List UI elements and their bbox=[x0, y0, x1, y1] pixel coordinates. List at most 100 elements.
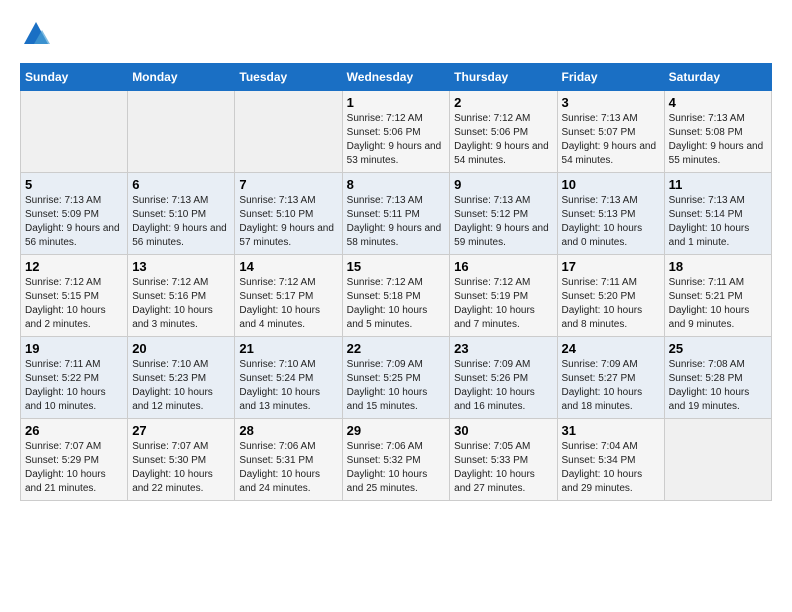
day-number: 19 bbox=[25, 341, 123, 356]
day-number: 1 bbox=[347, 95, 446, 110]
day-info: Sunrise: 7:13 AM Sunset: 5:11 PM Dayligh… bbox=[347, 194, 446, 250]
week-row-4: 19 Sunrise: 7:11 AM Sunset: 5:22 PM Dayli… bbox=[21, 337, 772, 419]
day-info: Sunrise: 7:08 AM Sunset: 5:28 PM Dayligh… bbox=[669, 358, 767, 414]
day-number: 25 bbox=[669, 341, 767, 356]
day-info: Sunrise: 7:13 AM Sunset: 5:12 PM Dayligh… bbox=[454, 194, 552, 250]
day-cell: 11 Sunrise: 7:13 AM Sunset: 5:14 PM Dayli… bbox=[664, 173, 771, 255]
day-info: Sunrise: 7:13 AM Sunset: 5:10 PM Dayligh… bbox=[132, 194, 230, 250]
day-info: Sunrise: 7:13 AM Sunset: 5:08 PM Dayligh… bbox=[669, 112, 767, 168]
day-number: 12 bbox=[25, 259, 123, 274]
day-cell: 4 Sunrise: 7:13 AM Sunset: 5:08 PM Daylig… bbox=[664, 91, 771, 173]
day-info: Sunrise: 7:11 AM Sunset: 5:20 PM Dayligh… bbox=[562, 276, 660, 332]
day-cell: 13Sunrise: 7:12 AM Sunset: 5:16 PM Dayli… bbox=[128, 255, 235, 337]
day-cell: 2 Sunrise: 7:12 AM Sunset: 5:06 PM Daylig… bbox=[450, 91, 557, 173]
day-cell: 16 Sunrise: 7:12 AM Sunset: 5:19 PM Dayli… bbox=[450, 255, 557, 337]
day-cell: 3 Sunrise: 7:13 AM Sunset: 5:07 PM Daylig… bbox=[557, 91, 664, 173]
day-info: Sunrise: 7:13 AM Sunset: 5:10 PM Dayligh… bbox=[239, 194, 337, 250]
week-row-5: 26Sunrise: 7:07 AM Sunset: 5:29 PM Dayli… bbox=[21, 419, 772, 501]
logo-text bbox=[20, 20, 50, 53]
day-cell: 5 Sunrise: 7:13 AM Sunset: 5:09 PM Daylig… bbox=[21, 173, 128, 255]
day-header-saturday: Saturday bbox=[664, 64, 771, 91]
day-info: Sunrise: 7:05 AM Sunset: 5:33 PM Dayligh… bbox=[454, 440, 552, 496]
day-number: 28 bbox=[239, 423, 337, 438]
week-row-3: 12 Sunrise: 7:12 AM Sunset: 5:15 PM Dayli… bbox=[21, 255, 772, 337]
day-number: 4 bbox=[669, 95, 767, 110]
day-number: 15 bbox=[347, 259, 446, 274]
day-cell: 31 Sunrise: 7:04 AM Sunset: 5:34 PM Dayli… bbox=[557, 419, 664, 501]
day-number: 5 bbox=[25, 177, 123, 192]
week-row-1: 1 Sunrise: 7:12 AM Sunset: 5:06 PM Daylig… bbox=[21, 91, 772, 173]
day-cell: 14 Sunrise: 7:12 AM Sunset: 5:17 PM Dayli… bbox=[235, 255, 342, 337]
day-cell bbox=[235, 91, 342, 173]
day-number: 29 bbox=[347, 423, 446, 438]
day-info: Sunrise: 7:10 AM Sunset: 5:23 PM Dayligh… bbox=[132, 358, 230, 414]
day-cell: 1 Sunrise: 7:12 AM Sunset: 5:06 PM Daylig… bbox=[342, 91, 450, 173]
day-number: 30 bbox=[454, 423, 552, 438]
day-info: Sunrise: 7:06 AM Sunset: 5:32 PM Dayligh… bbox=[347, 440, 446, 496]
logo-icon bbox=[22, 20, 50, 48]
header-row: SundayMondayTuesdayWednesdayThursdayFrid… bbox=[21, 64, 772, 91]
day-number: 11 bbox=[669, 177, 767, 192]
day-info: Sunrise: 7:10 AM Sunset: 5:24 PM Dayligh… bbox=[239, 358, 337, 414]
day-cell: 18Sunrise: 7:11 AM Sunset: 5:21 PM Dayli… bbox=[664, 255, 771, 337]
day-cell: 19 Sunrise: 7:11 AM Sunset: 5:22 PM Dayli… bbox=[21, 337, 128, 419]
day-number: 21 bbox=[239, 341, 337, 356]
day-info: Sunrise: 7:09 AM Sunset: 5:26 PM Dayligh… bbox=[454, 358, 552, 414]
day-number: 16 bbox=[454, 259, 552, 274]
day-header-friday: Friday bbox=[557, 64, 664, 91]
week-row-2: 5 Sunrise: 7:13 AM Sunset: 5:09 PM Daylig… bbox=[21, 173, 772, 255]
day-header-wednesday: Wednesday bbox=[342, 64, 450, 91]
day-cell: 9 Sunrise: 7:13 AM Sunset: 5:12 PM Daylig… bbox=[450, 173, 557, 255]
day-header-monday: Monday bbox=[128, 64, 235, 91]
header bbox=[20, 20, 772, 53]
day-number: 26 bbox=[25, 423, 123, 438]
day-info: Sunrise: 7:12 AM Sunset: 5:06 PM Dayligh… bbox=[454, 112, 552, 168]
day-number: 10 bbox=[562, 177, 660, 192]
day-cell: 22 Sunrise: 7:09 AM Sunset: 5:25 PM Dayli… bbox=[342, 337, 450, 419]
day-number: 31 bbox=[562, 423, 660, 438]
day-info: Sunrise: 7:13 AM Sunset: 5:09 PM Dayligh… bbox=[25, 194, 123, 250]
calendar-table: SundayMondayTuesdayWednesdayThursdayFrid… bbox=[20, 63, 772, 501]
day-info: Sunrise: 7:12 AM Sunset: 5:16 PM Dayligh… bbox=[132, 276, 230, 332]
day-number: 7 bbox=[239, 177, 337, 192]
day-info: Sunrise: 7:13 AM Sunset: 5:07 PM Dayligh… bbox=[562, 112, 660, 168]
day-cell: 10 Sunrise: 7:13 AM Sunset: 5:13 PM Dayli… bbox=[557, 173, 664, 255]
day-number: 27 bbox=[132, 423, 230, 438]
day-number: 8 bbox=[347, 177, 446, 192]
day-cell: 26Sunrise: 7:07 AM Sunset: 5:29 PM Dayli… bbox=[21, 419, 128, 501]
day-cell bbox=[664, 419, 771, 501]
day-info: Sunrise: 7:12 AM Sunset: 5:15 PM Dayligh… bbox=[25, 276, 123, 332]
day-cell: 20 Sunrise: 7:10 AM Sunset: 5:23 PM Dayli… bbox=[128, 337, 235, 419]
day-info: Sunrise: 7:04 AM Sunset: 5:34 PM Dayligh… bbox=[562, 440, 660, 496]
logo bbox=[20, 20, 50, 53]
day-number: 14 bbox=[239, 259, 337, 274]
day-info: Sunrise: 7:13 AM Sunset: 5:14 PM Dayligh… bbox=[669, 194, 767, 250]
day-cell: 24 Sunrise: 7:09 AM Sunset: 5:27 PM Dayli… bbox=[557, 337, 664, 419]
day-header-thursday: Thursday bbox=[450, 64, 557, 91]
day-cell: 6Sunrise: 7:13 AM Sunset: 5:10 PM Daylig… bbox=[128, 173, 235, 255]
day-cell: 23Sunrise: 7:09 AM Sunset: 5:26 PM Dayli… bbox=[450, 337, 557, 419]
day-cell: 28 Sunrise: 7:06 AM Sunset: 5:31 PM Dayli… bbox=[235, 419, 342, 501]
day-number: 24 bbox=[562, 341, 660, 356]
day-header-sunday: Sunday bbox=[21, 64, 128, 91]
day-number: 20 bbox=[132, 341, 230, 356]
day-number: 2 bbox=[454, 95, 552, 110]
day-info: Sunrise: 7:06 AM Sunset: 5:31 PM Dayligh… bbox=[239, 440, 337, 496]
day-info: Sunrise: 7:11 AM Sunset: 5:22 PM Dayligh… bbox=[25, 358, 123, 414]
day-info: Sunrise: 7:12 AM Sunset: 5:19 PM Dayligh… bbox=[454, 276, 552, 332]
day-info: Sunrise: 7:09 AM Sunset: 5:27 PM Dayligh… bbox=[562, 358, 660, 414]
day-info: Sunrise: 7:13 AM Sunset: 5:13 PM Dayligh… bbox=[562, 194, 660, 250]
day-cell: 7 Sunrise: 7:13 AM Sunset: 5:10 PM Daylig… bbox=[235, 173, 342, 255]
day-number: 22 bbox=[347, 341, 446, 356]
day-info: Sunrise: 7:12 AM Sunset: 5:17 PM Dayligh… bbox=[239, 276, 337, 332]
day-cell: 21 Sunrise: 7:10 AM Sunset: 5:24 PM Dayli… bbox=[235, 337, 342, 419]
day-info: Sunrise: 7:12 AM Sunset: 5:06 PM Dayligh… bbox=[347, 112, 446, 168]
day-number: 9 bbox=[454, 177, 552, 192]
day-cell: 27Sunrise: 7:07 AM Sunset: 5:30 PM Dayli… bbox=[128, 419, 235, 501]
day-cell: 17Sunrise: 7:11 AM Sunset: 5:20 PM Dayli… bbox=[557, 255, 664, 337]
day-cell: 8 Sunrise: 7:13 AM Sunset: 5:11 PM Daylig… bbox=[342, 173, 450, 255]
day-number: 3 bbox=[562, 95, 660, 110]
day-cell: 25 Sunrise: 7:08 AM Sunset: 5:28 PM Dayli… bbox=[664, 337, 771, 419]
day-info: Sunrise: 7:11 AM Sunset: 5:21 PM Dayligh… bbox=[669, 276, 767, 332]
day-info: Sunrise: 7:09 AM Sunset: 5:25 PM Dayligh… bbox=[347, 358, 446, 414]
